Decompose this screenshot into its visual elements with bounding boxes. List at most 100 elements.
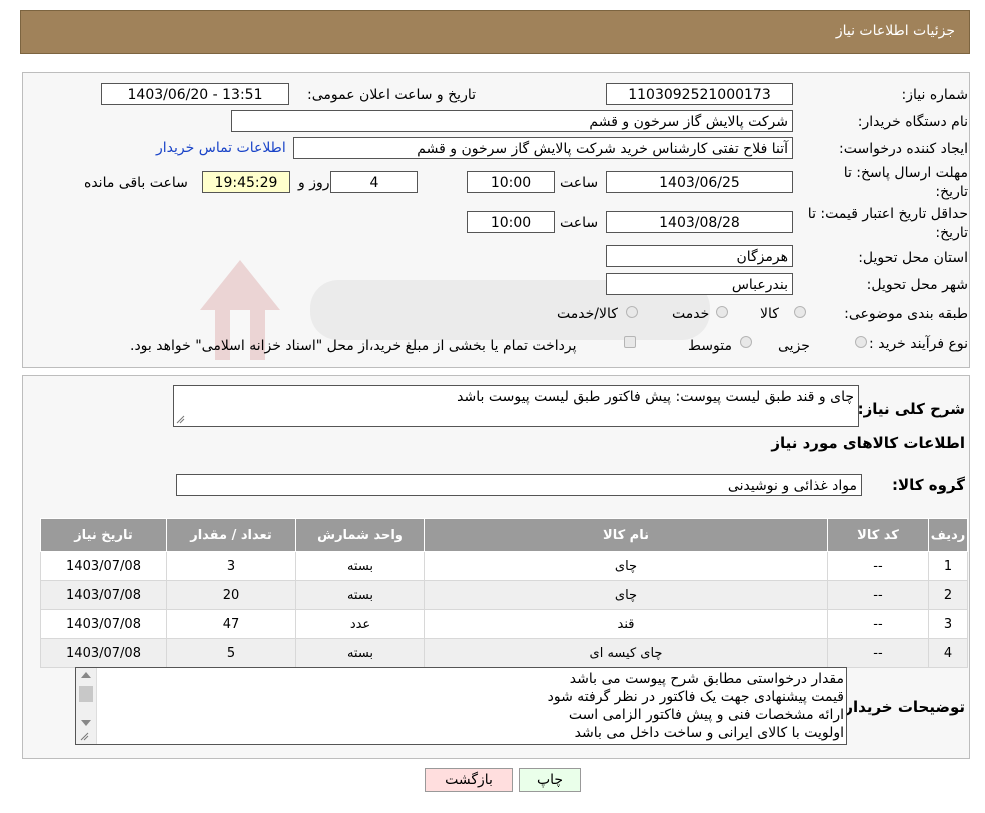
- treasury-checkbox[interactable]: [624, 336, 636, 348]
- cell-qty: 5: [166, 638, 296, 668]
- cell-row: 2: [928, 580, 968, 610]
- cell-unit: بسته: [295, 580, 425, 610]
- cell-unit: بسته: [295, 638, 425, 668]
- cell-date: 1403/07/08: [40, 638, 167, 668]
- city-field: بندرعباس: [606, 273, 793, 295]
- cell-name: چای کیسه ای: [424, 638, 828, 668]
- buyer-note-line: مقدار درخواستی مطابق شرح پیوست می باشد: [569, 671, 844, 687]
- buyer-note-line: قیمت پیشنهادی جهت یک فاکتور در نظر گرفته…: [547, 689, 844, 705]
- category-service-radio[interactable]: [716, 306, 728, 318]
- category-goods-service-label: کالا/خدمت: [557, 306, 618, 322]
- remaining-word: ساعت باقی مانده: [84, 175, 188, 191]
- creator-field: آتنا فلاح تفتی کارشناس خرید شرکت پالایش …: [293, 137, 793, 159]
- col-qty: تعداد / مقدار: [166, 518, 296, 552]
- cell-date: 1403/07/08: [40, 551, 167, 581]
- description-textarea[interactable]: چای و قند طبق لیست پیوست: پیش فاکتور طبق…: [173, 385, 859, 427]
- announce-field: 1403/06/20 - 13:51: [101, 83, 289, 105]
- buyer-notes-textarea[interactable]: مقدار درخواستی مطابق شرح پیوست می باشد ق…: [75, 667, 847, 745]
- cell-code: --: [827, 580, 929, 610]
- province-field: هرمزگان: [606, 245, 793, 267]
- table-row: 1 -- چای بسته 3 1403/07/08: [40, 551, 968, 581]
- cell-code: --: [827, 551, 929, 581]
- cell-qty: 3: [166, 551, 296, 581]
- deadline-label-line2: تاریخ:: [935, 184, 968, 200]
- table-row: 3 -- قند عدد 47 1403/07/08: [40, 609, 968, 639]
- table-header-row: ردیف کد کالا نام کالا واحد شمارش تعداد /…: [40, 518, 968, 552]
- process-minor-radio[interactable]: [855, 336, 867, 348]
- province-label: استان محل تحویل:: [858, 250, 968, 266]
- col-date: تاریخ نیاز: [40, 518, 167, 552]
- buyer-org-field: شرکت پالایش گاز سرخون و قشم: [231, 110, 793, 132]
- cell-date: 1403/07/08: [40, 609, 167, 639]
- city-label: شهر محل تحویل:: [866, 277, 968, 293]
- buyer-contact-link[interactable]: اطلاعات تماس خریدار: [156, 140, 286, 156]
- validity-time-field: 10:00: [467, 211, 555, 233]
- goods-section-title: اطلاعات کالاهای مورد نیاز: [771, 434, 965, 452]
- category-service-label: خدمت: [672, 306, 710, 322]
- cell-name: چای: [424, 551, 828, 581]
- cell-code: --: [827, 638, 929, 668]
- category-goods-service-radio[interactable]: [626, 306, 638, 318]
- cell-row: 3: [928, 609, 968, 639]
- description-label: شرح کلی نیاز:: [857, 400, 965, 418]
- buyer-note-line: اولویت با کالای ایرانی و ساخت داخل می با…: [574, 725, 844, 741]
- page-title: جزئیات اطلاعات نیاز: [835, 23, 955, 39]
- buyer-note-line: ارائه مشخصات فنی و پیش فاکتور الزامی است: [568, 707, 844, 723]
- resize-handle-icon[interactable]: [176, 415, 185, 424]
- remaining-time-field: 19:45:29: [202, 171, 290, 193]
- cell-qty: 47: [166, 609, 296, 639]
- deadline-time-field: 10:00: [467, 171, 555, 193]
- col-code: کد کالا: [827, 518, 929, 552]
- creator-label: ایجاد کننده درخواست:: [839, 141, 968, 157]
- need-number-label: شماره نیاز:: [901, 87, 969, 103]
- validity-label: حداقل تاریخ اعتبار قیمت: تا تاریخ:: [808, 206, 968, 241]
- category-label: طبقه بندی موضوعی:: [844, 306, 968, 322]
- validity-time-word: ساعت: [560, 215, 599, 231]
- cell-unit: بسته: [295, 551, 425, 581]
- goods-table: ردیف کد کالا نام کالا واحد شمارش تعداد /…: [40, 518, 968, 668]
- category-goods-radio[interactable]: [794, 306, 806, 318]
- scroll-down-arrow-icon[interactable]: [81, 720, 91, 726]
- page-header: جزئیات اطلاعات نیاز: [20, 10, 970, 54]
- deadline-date-field: 1403/06/25: [606, 171, 793, 193]
- deadline-label: مهلت ارسال پاسخ: تا تاریخ:: [844, 165, 968, 200]
- days-field: 4: [330, 171, 418, 193]
- need-number-field: 1103092521000173: [606, 83, 793, 105]
- scroll-up-arrow-icon[interactable]: [81, 672, 91, 678]
- deadline-time-word: ساعت: [560, 175, 599, 191]
- buyer-notes-text: مقدار درخواستی مطابق شرح پیوست می باشد ق…: [100, 670, 844, 742]
- cell-qty: 20: [166, 580, 296, 610]
- table-row: 4 -- چای کیسه ای بسته 5 1403/07/08: [40, 638, 968, 668]
- validity-label-line2: تاریخ:: [935, 225, 968, 241]
- buyer-org-label: نام دستگاه خریدار:: [857, 114, 968, 130]
- days-word: روز و: [298, 175, 330, 191]
- description-text: چای و قند طبق لیست پیوست: پیش فاکتور طبق…: [457, 389, 854, 405]
- print-button[interactable]: چاپ: [519, 768, 581, 792]
- scrollbar-thumb[interactable]: [79, 686, 93, 702]
- payment-note: پرداخت تمام یا بخشی از مبلغ خرید،از محل …: [130, 338, 577, 354]
- deadline-label-line1: مهلت ارسال پاسخ: تا: [843, 165, 968, 181]
- cell-name: چای: [424, 580, 828, 610]
- col-name: نام کالا: [424, 518, 828, 552]
- cell-unit: عدد: [295, 609, 425, 639]
- goods-group-field: مواد غذائی و نوشیدنی: [176, 474, 862, 496]
- buyer-notes-label: توضیحات خریدار:: [838, 698, 965, 716]
- goods-group-label: گروه کالا:: [892, 476, 965, 494]
- validity-label-line1: حداقل تاریخ اعتبار قیمت: تا: [807, 206, 968, 222]
- cell-row: 4: [928, 638, 968, 668]
- process-label: نوع فرآیند خرید :: [869, 336, 968, 352]
- process-medium-label: متوسط: [688, 338, 732, 354]
- resize-handle-icon[interactable]: [80, 732, 89, 741]
- announce-label: تاریخ و ساعت اعلان عمومی:: [307, 87, 476, 103]
- col-unit: واحد شمارش: [295, 518, 425, 552]
- validity-date-field: 1403/08/28: [606, 211, 793, 233]
- cell-name: قند: [424, 609, 828, 639]
- back-button[interactable]: بازگشت: [425, 768, 513, 792]
- category-goods-label: کالا: [760, 306, 779, 322]
- cell-code: --: [827, 609, 929, 639]
- table-row: 2 -- چای بسته 20 1403/07/08: [40, 580, 968, 610]
- cell-row: 1: [928, 551, 968, 581]
- col-row: ردیف: [928, 518, 968, 552]
- process-medium-radio[interactable]: [740, 336, 752, 348]
- process-minor-label: جزیی: [778, 338, 810, 354]
